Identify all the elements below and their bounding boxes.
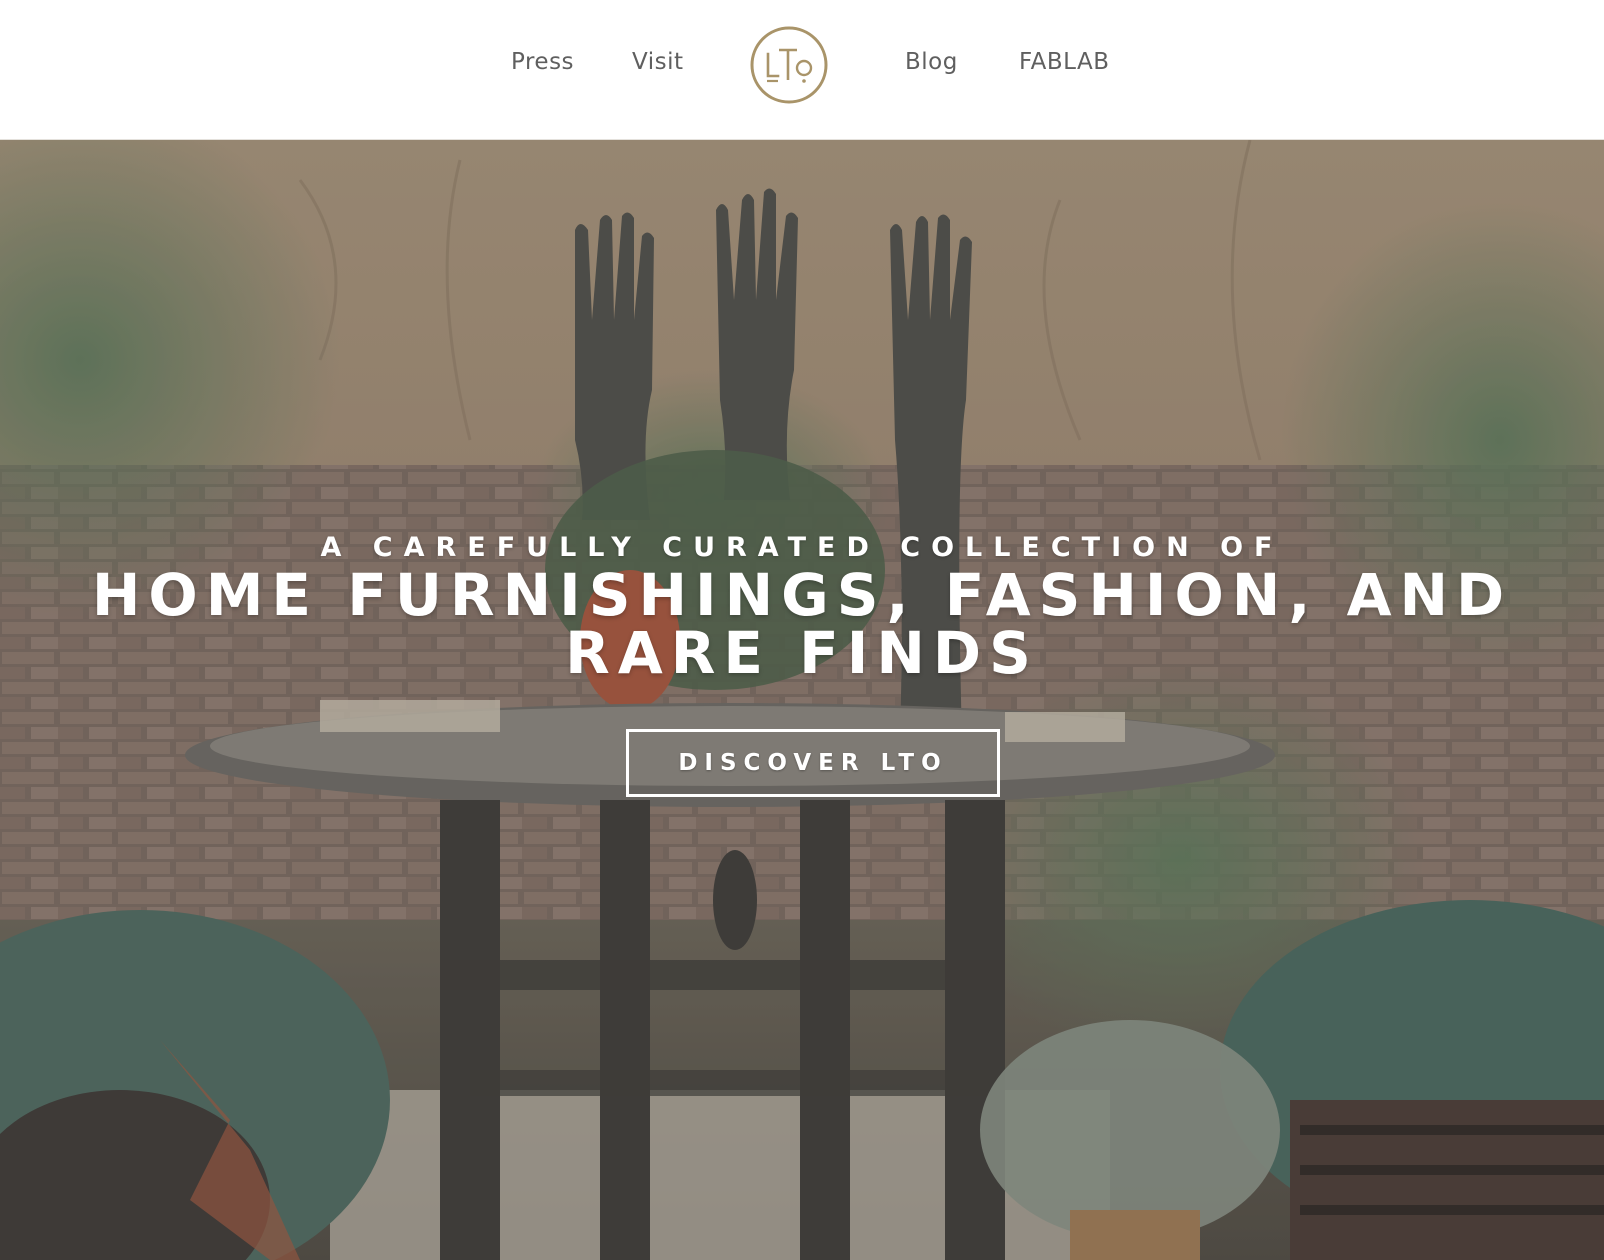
lto-logo[interactable]	[748, 24, 830, 106]
nav-link-press[interactable]: Press	[511, 44, 574, 80]
hero-section: A CAREFULLY CURATED COLLECTION OF HOME F…	[0, 140, 1604, 1260]
discover-lto-button[interactable]: DISCOVER LTO	[626, 729, 1000, 797]
nav-link-blog[interactable]: Blog	[905, 44, 958, 80]
hero-title: HOME FURNISHINGS, FASHION, AND RARE FIND…	[91, 561, 1513, 687]
nav-link-visit[interactable]: Visit	[632, 44, 684, 80]
nav-link-fablab[interactable]: FABLAB	[1019, 44, 1110, 80]
hero-overlay	[0, 140, 1604, 1260]
site-header: Press Visit Blog FABLAB	[0, 0, 1604, 140]
